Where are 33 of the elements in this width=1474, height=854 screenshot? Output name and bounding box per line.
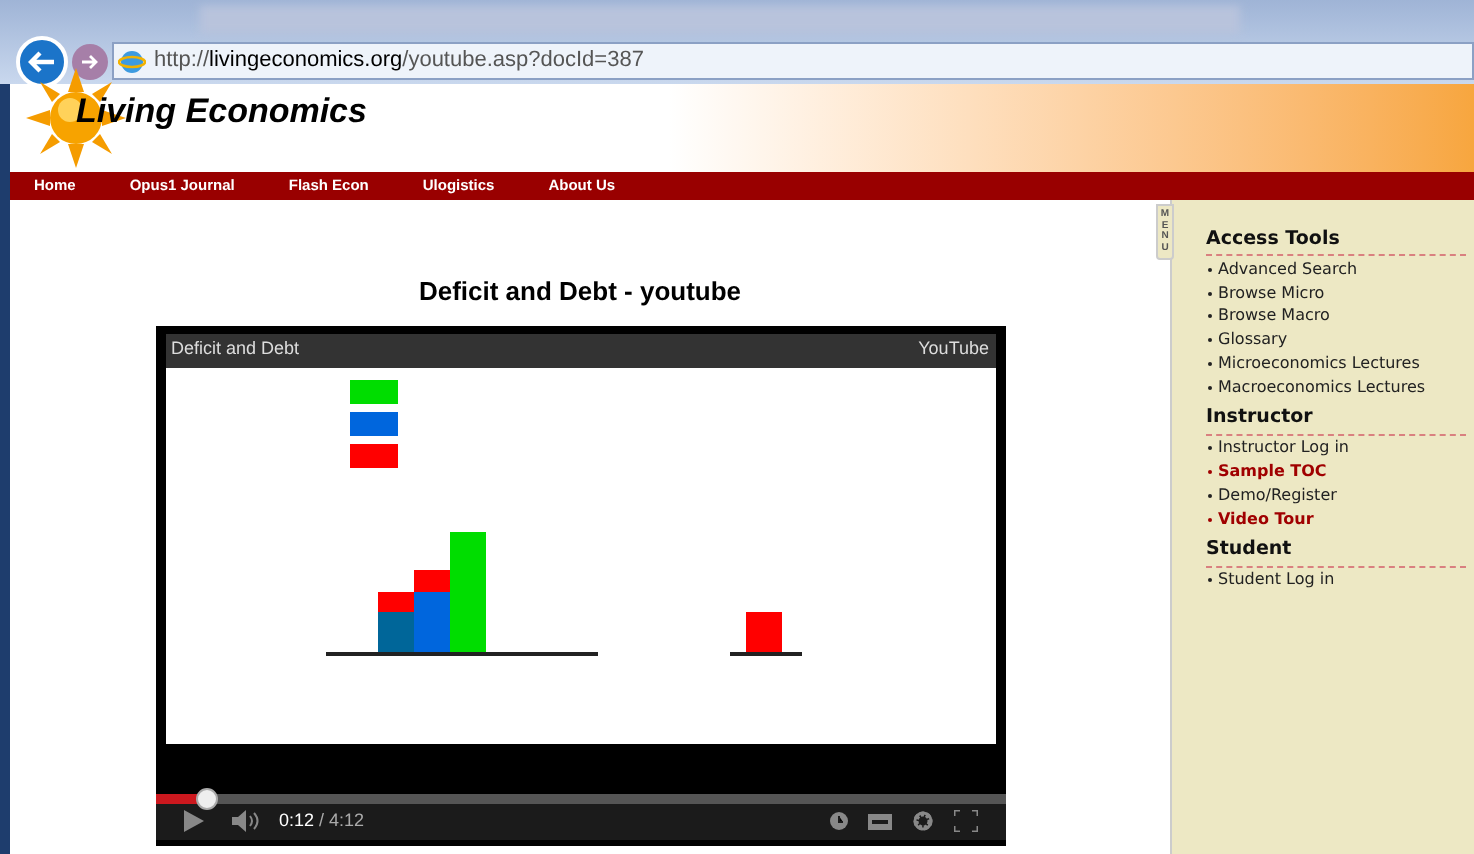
sidebar-link[interactable]: Glossary <box>1218 328 1288 353</box>
sidebar-link[interactable]: Browse Micro <box>1218 281 1325 306</box>
sidebar-link[interactable]: Browse Macro <box>1218 304 1330 329</box>
volume-icon[interactable] <box>231 810 259 832</box>
sidebar-link[interactable]: Student Log in <box>1218 568 1335 593</box>
settings-icon[interactable] <box>911 810 933 832</box>
clock-icon[interactable] <box>829 812 847 830</box>
address-bar[interactable]: http://livingeconomics.org/youtube.asp?docId=387 <box>112 42 1474 80</box>
sidebar-link[interactable]: Advanced Search <box>1218 258 1358 283</box>
time-display: 0:12 / 4:12 <box>279 807 365 834</box>
section-heading: Instructor <box>1206 404 1466 436</box>
video-title[interactable]: Deficit and Debt <box>171 336 300 364</box>
forward-button[interactable] <box>72 44 108 80</box>
forward-arrow-icon <box>80 54 100 70</box>
sidebar-link[interactable]: Macroeconomics Lectures <box>1218 375 1426 400</box>
youtube-link[interactable]: YouTube <box>918 336 989 364</box>
section-heading: Access Tools <box>1206 226 1466 257</box>
section-heading: Student <box>1206 536 1466 568</box>
page-title: Deficit and Debt - youtube <box>418 274 742 310</box>
url-text: http://livingeconomics.org/youtube.asp?docId=387 <box>154 46 644 77</box>
caption-icon[interactable] <box>867 813 891 829</box>
back-button[interactable] <box>16 36 68 88</box>
fullscreen-icon[interactable] <box>953 810 977 832</box>
play-icon[interactable] <box>183 810 203 832</box>
sidebar-link[interactable]: Microeconomics Lectures <box>1218 351 1420 376</box>
globe-icon <box>118 47 146 75</box>
sidebar-link[interactable]: Sample TOC <box>1218 460 1327 485</box>
sidebar-link[interactable]: Video Tour <box>1218 507 1314 532</box>
back-arrow-icon <box>28 50 56 74</box>
sidebar-link[interactable]: Demo/Register <box>1218 483 1337 508</box>
progress-bar[interactable] <box>155 793 1005 803</box>
progress-handle[interactable] <box>196 787 218 809</box>
sidebar-link[interactable]: Instructor Log in <box>1218 436 1349 461</box>
